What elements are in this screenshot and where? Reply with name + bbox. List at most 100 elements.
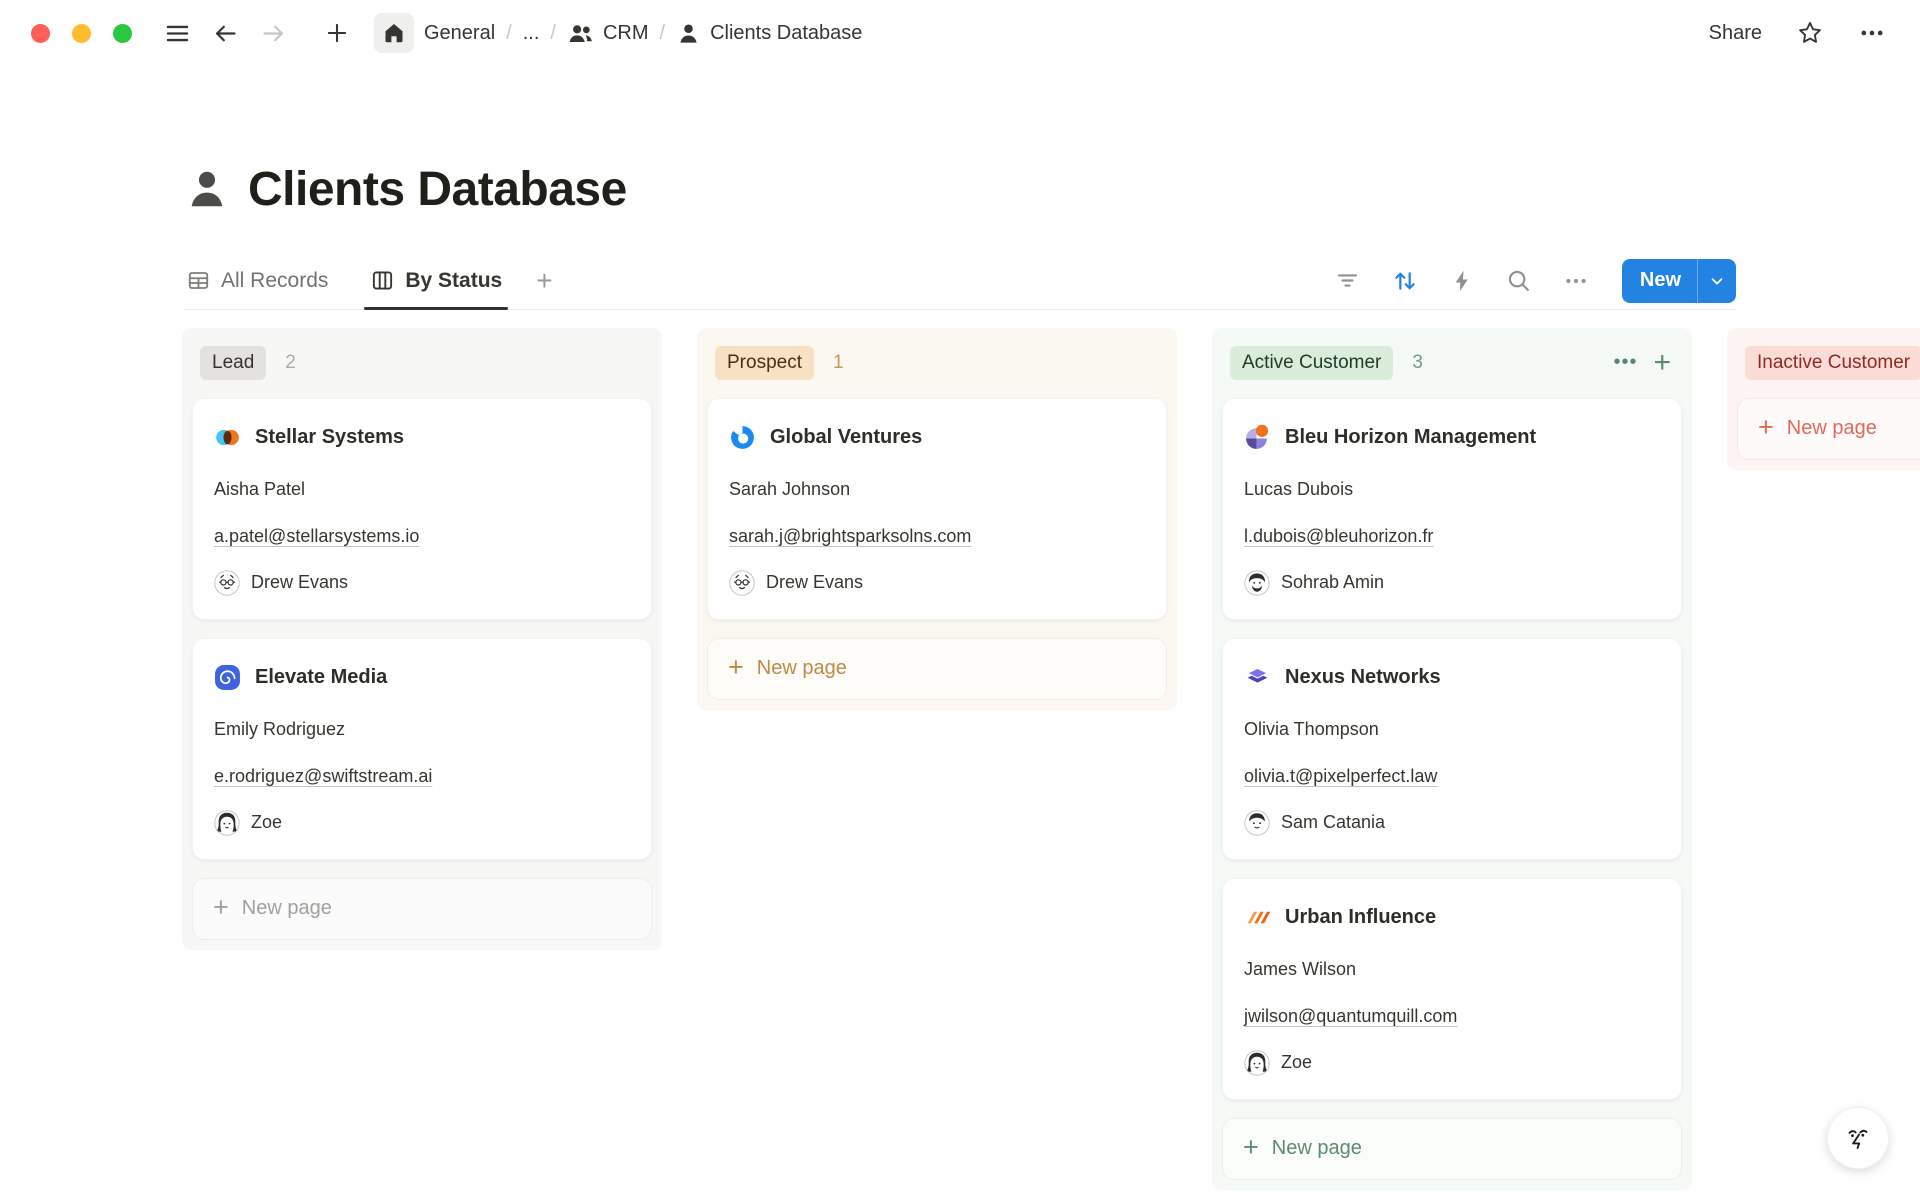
column-header: Prospect 1 xyxy=(707,338,1167,386)
column-more-icon[interactable]: ••• xyxy=(1613,351,1637,374)
new-page-label: New page xyxy=(1272,1137,1362,1160)
client-card[interactable]: Nexus Networks Olivia Thompson olivia.t@… xyxy=(1222,638,1682,860)
plus-icon: + xyxy=(1243,1134,1259,1161)
star-icon[interactable] xyxy=(1796,19,1824,47)
contact-name: James Wilson xyxy=(1244,959,1660,980)
status-badge[interactable]: Prospect xyxy=(715,346,814,380)
column-cards: + New page xyxy=(1737,398,1920,460)
client-card[interactable]: Elevate Media Emily Rodriguez e.rodrigue… xyxy=(192,638,652,860)
client-card[interactable]: Stellar Systems Aisha Patel a.patel@stel… xyxy=(192,398,652,620)
owner-name: Zoe xyxy=(1281,1052,1312,1073)
card-title-row: Global Ventures xyxy=(729,424,1145,451)
column-cards: Global Ventures Sarah Johnson sarah.j@br… xyxy=(707,398,1167,700)
owner-name: Sam Catania xyxy=(1281,812,1385,833)
breadcrumb-label: General xyxy=(424,22,495,45)
new-page-button[interactable]: + New page xyxy=(1737,398,1920,460)
card-title-row: Nexus Networks xyxy=(1244,664,1660,691)
company-logo-icon xyxy=(1244,664,1271,691)
column-count: 1 xyxy=(833,352,844,374)
view-tabs-bar: All Records By Status + New xyxy=(184,252,1736,310)
add-view-icon[interactable]: + xyxy=(536,265,552,297)
contact-email[interactable]: a.patel@stellarsystems.io xyxy=(214,526,419,547)
new-page-button[interactable]: + New page xyxy=(707,638,1167,700)
column-inactive-customer: Inactive Customer + New page xyxy=(1727,328,1920,470)
people-icon xyxy=(567,20,594,47)
contact-email[interactable]: e.rodriguez@swiftstream.ai xyxy=(214,766,432,787)
minimize-window-button[interactable] xyxy=(72,24,91,43)
sort-icon[interactable] xyxy=(1390,266,1420,296)
view-more-icon[interactable] xyxy=(1561,266,1591,296)
back-icon[interactable] xyxy=(206,14,244,52)
breadcrumb-item-crm[interactable]: CRM xyxy=(567,20,649,47)
client-card[interactable]: Global Ventures Sarah Johnson sarah.j@br… xyxy=(707,398,1167,620)
zoom-window-button[interactable] xyxy=(113,24,132,43)
home-icon[interactable] xyxy=(374,13,414,53)
company-name: Elevate Media xyxy=(255,666,387,689)
breadcrumb-label: Clients Database xyxy=(710,22,862,45)
client-card[interactable]: Bleu Horizon Management Lucas Dubois l.d… xyxy=(1222,398,1682,620)
column-header: Inactive Customer xyxy=(1737,338,1920,386)
more-icon[interactable] xyxy=(1858,19,1886,47)
new-page-button[interactable]: + New page xyxy=(1222,1118,1682,1180)
contact-name: Lucas Dubois xyxy=(1244,479,1660,500)
search-icon[interactable] xyxy=(1504,266,1534,296)
owner-name: Sohrab Amin xyxy=(1281,572,1384,593)
status-badge[interactable]: Lead xyxy=(200,346,266,380)
filter-icon[interactable] xyxy=(1333,266,1363,296)
breadcrumb-label: ... xyxy=(523,22,540,45)
status-badge[interactable]: Inactive Customer xyxy=(1745,346,1920,380)
titlebar: General / ... / CRM / Clients Database S… xyxy=(0,0,1920,66)
column-cards: Bleu Horizon Management Lucas Dubois l.d… xyxy=(1222,398,1682,1180)
card-title-row: Bleu Horizon Management xyxy=(1244,424,1660,451)
owner-row: Zoe xyxy=(1244,1050,1660,1076)
tab-all-records[interactable]: All Records xyxy=(184,252,330,309)
titlebar-actions: Share xyxy=(1709,19,1886,47)
column-active-customer: Active Customer 3 ••• + Bleu Horizon Man… xyxy=(1212,328,1692,1190)
contact-email[interactable]: jwilson@quantumquill.com xyxy=(1244,1006,1457,1027)
page-title[interactable]: Clients Database xyxy=(248,162,627,217)
column-count: 3 xyxy=(1412,352,1423,374)
company-logo-icon xyxy=(729,424,756,451)
client-card[interactable]: Urban Influence James Wilson jwilson@qua… xyxy=(1222,878,1682,1100)
breadcrumb-item-general[interactable]: General xyxy=(424,22,495,45)
lightning-icon[interactable] xyxy=(1447,266,1477,296)
company-name: Bleu Horizon Management xyxy=(1285,426,1536,449)
tab-label: By Status xyxy=(405,269,502,293)
person-icon xyxy=(676,21,701,46)
column-count: 2 xyxy=(285,352,296,374)
tab-by-status[interactable]: By Status xyxy=(368,252,504,309)
forward-icon[interactable] xyxy=(254,14,292,52)
contact-email[interactable]: l.dubois@bleuhorizon.fr xyxy=(1244,526,1433,547)
share-button[interactable]: Share xyxy=(1709,22,1762,45)
assistant-button[interactable] xyxy=(1827,1107,1889,1169)
breadcrumb-item-ellipsis[interactable]: ... xyxy=(523,22,540,45)
contact-email[interactable]: sarah.j@brightsparksolns.com xyxy=(729,526,971,547)
owner-avatar xyxy=(214,810,240,836)
breadcrumb-item-clients-database[interactable]: Clients Database xyxy=(676,21,862,46)
company-name: Global Ventures xyxy=(770,426,922,449)
new-dropdown-chevron-icon[interactable] xyxy=(1698,259,1736,303)
menu-icon[interactable] xyxy=(158,14,196,52)
contact-name: Olivia Thompson xyxy=(1244,719,1660,740)
new-tab-plus-icon[interactable] xyxy=(318,14,356,52)
new-page-button[interactable]: + New page xyxy=(192,878,652,940)
owner-name: Drew Evans xyxy=(766,572,863,593)
close-window-button[interactable] xyxy=(31,24,50,43)
column-add-icon[interactable]: + xyxy=(1653,353,1672,373)
card-title-row: Urban Influence xyxy=(1244,904,1660,931)
new-button[interactable]: New xyxy=(1622,259,1736,303)
page-header: Clients Database xyxy=(184,156,1920,222)
new-page-label: New page xyxy=(1787,417,1877,440)
column-lead: Lead 2 Stellar Systems Aisha Patel a.pat… xyxy=(182,328,662,950)
breadcrumb-separator: / xyxy=(506,22,512,45)
page-person-icon xyxy=(184,166,230,212)
status-badge[interactable]: Active Customer xyxy=(1230,346,1393,380)
company-name: Stellar Systems xyxy=(255,426,404,449)
owner-avatar xyxy=(1244,810,1270,836)
column-actions: ••• + xyxy=(1613,351,1672,374)
tab-label: All Records xyxy=(221,269,328,293)
card-title-row: Stellar Systems xyxy=(214,424,630,451)
contact-email[interactable]: olivia.t@pixelperfect.law xyxy=(1244,766,1437,787)
owner-name: Zoe xyxy=(251,812,282,833)
plus-icon: + xyxy=(1758,414,1774,441)
